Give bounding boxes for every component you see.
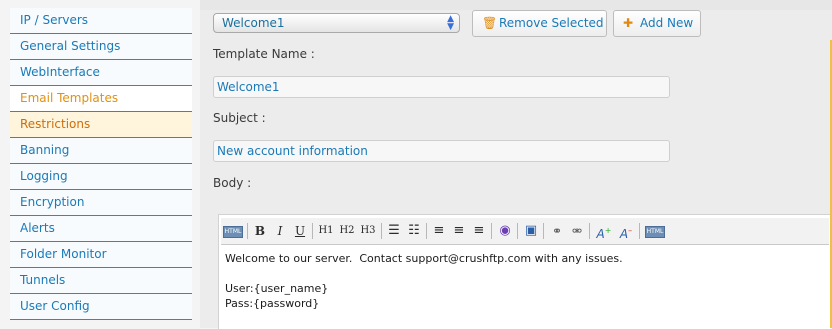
template-name-input[interactable]: Welcome1 (213, 76, 670, 98)
subject-label: Subject : (213, 111, 266, 125)
sidebar-item-alerts[interactable]: Alerts (10, 216, 192, 242)
sidebar-item-encryption[interactable]: Encryption (10, 190, 192, 216)
sidebar-item-user-config[interactable]: User Config (10, 294, 192, 320)
sidebar-item-general-settings[interactable]: General Settings (10, 34, 192, 60)
align-center-icon[interactable]: ≡ (451, 222, 467, 240)
editor-toolbar: HTML B I U H1 H2 H3 ☰ ☷ ≡ ≡ ≡ ◉ ▣ ⚭ ⚮ A+… (221, 218, 829, 245)
align-left-icon[interactable]: ≡ (431, 222, 447, 240)
unlink-icon[interactable]: ⚮ (569, 222, 585, 240)
toolbar-divider (491, 223, 492, 239)
body-blank-line (225, 266, 623, 281)
align-right-icon[interactable]: ≡ (471, 222, 487, 240)
template-name-label: Template Name : (213, 47, 315, 61)
html-source-icon[interactable]: HTML (223, 226, 243, 238)
body-label: Body : (213, 176, 252, 190)
body-editor[interactable]: HTML B I U H1 H2 H3 ☰ ☷ ≡ ≡ ≡ ◉ ▣ ⚭ ⚮ A+… (218, 214, 831, 329)
sidebar-item-banning[interactable]: Banning (10, 138, 192, 164)
top-strip (200, 0, 832, 10)
color-picker-icon[interactable]: ◉ (497, 222, 513, 240)
link-icon[interactable]: ⚭ (549, 222, 565, 240)
italic-button[interactable]: I (272, 222, 288, 240)
toolbar-divider (381, 223, 382, 239)
numbered-list-icon[interactable]: ☰ (386, 222, 402, 240)
add-new-button[interactable]: ✚ Add New (613, 10, 701, 37)
sidebar-item-folder-monitor[interactable]: Folder Monitor (10, 242, 192, 268)
body-line: User:{user_name} (225, 282, 329, 295)
sidebar-item-ip-servers[interactable]: IP / Servers (10, 8, 192, 34)
body-line: Pass:{password} (225, 297, 320, 310)
body-line: Welcome to our server. Contact support@c… (225, 252, 623, 265)
main-panel: Welcome1 ▲ ▼ 🗑 Remove Selected ✚ Add New … (200, 0, 832, 329)
bold-button[interactable]: B (252, 222, 268, 240)
font-remove-icon[interactable]: A– (617, 222, 635, 241)
add-new-label: Add New (640, 16, 694, 30)
toolbar-divider (312, 223, 313, 239)
updown-arrows-icon: ▲ ▼ (447, 14, 454, 32)
h2-button[interactable]: H2 (338, 222, 356, 240)
toolbar-divider (639, 223, 640, 239)
insert-image-icon[interactable]: ▣ (523, 222, 539, 240)
sidebar: IP / Servers General Settings WebInterfa… (0, 0, 200, 328)
sidebar-item-tunnels[interactable]: Tunnels (10, 268, 192, 294)
subject-input[interactable]: New account information (213, 140, 670, 162)
underline-button[interactable]: U (292, 222, 308, 240)
h3-button[interactable]: H3 (359, 222, 377, 240)
toolbar-divider (426, 223, 427, 239)
h1-button[interactable]: H1 (317, 222, 335, 240)
template-select[interactable]: Welcome1 ▲ ▼ (213, 13, 460, 33)
sidebar-nav: IP / Servers General Settings WebInterfa… (10, 8, 192, 320)
html-source-icon[interactable]: HTML (645, 226, 665, 238)
plus-icon: ✚ (623, 16, 634, 30)
sidebar-item-email-templates[interactable]: Email Templates (10, 86, 192, 112)
sidebar-item-restrictions[interactable]: Restrictions (10, 112, 192, 138)
editor-content[interactable]: Welcome to our server. Contact support@c… (225, 251, 623, 311)
trash-icon: 🗑 (482, 16, 498, 30)
toolbar-divider (517, 223, 518, 239)
template-select-value: Welcome1 (222, 16, 285, 30)
remove-selected-button[interactable]: 🗑 Remove Selected (472, 10, 607, 37)
toolbar-divider (247, 223, 248, 239)
sidebar-item-logging[interactable]: Logging (10, 164, 192, 190)
bullet-list-icon[interactable]: ☷ (406, 222, 422, 240)
remove-selected-label: Remove Selected (499, 16, 604, 30)
font-add-icon[interactable]: A+ (595, 222, 613, 241)
toolbar-divider (589, 223, 590, 239)
toolbar-divider (543, 223, 544, 239)
sidebar-item-webinterface[interactable]: WebInterface (10, 60, 192, 86)
